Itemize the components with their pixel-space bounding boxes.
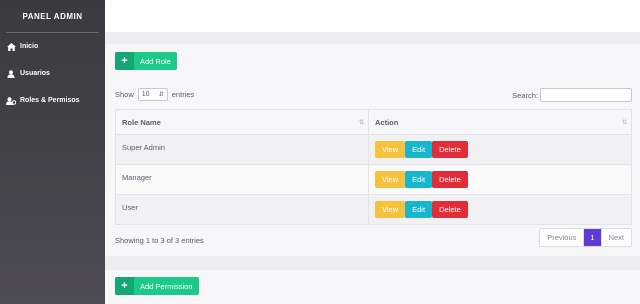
action-cell: View Edit Delete xyxy=(368,134,632,165)
search-input[interactable] xyxy=(540,88,632,102)
entries-label: entries xyxy=(171,90,195,99)
delete-button[interactable]: Delete xyxy=(432,201,468,218)
sidebar-item-roles-permisos[interactable]: Roles & Permisos xyxy=(0,87,105,114)
plus-icon: + xyxy=(115,52,134,70)
user-icon xyxy=(6,69,16,78)
home-icon xyxy=(6,42,16,51)
table-row: Super Admin View Edit Delete xyxy=(115,134,632,165)
view-button[interactable]: View xyxy=(375,141,406,158)
role-name-cell: Manager xyxy=(115,164,369,195)
next-page-button[interactable]: Next xyxy=(600,229,631,246)
delete-button[interactable]: Delete xyxy=(432,141,468,158)
roles-table: Role Name ⇅ Action ⇅ Super Admin View Edi… xyxy=(115,109,632,225)
column-action[interactable]: Action ⇅ xyxy=(368,109,632,135)
action-cell: View Edit Delete xyxy=(368,164,632,195)
view-button[interactable]: View xyxy=(375,171,406,188)
roles-card: + Add Role Show 10 ⇵ entries Search: Rol… xyxy=(105,44,640,256)
add-permission-label: Add Permission xyxy=(140,281,193,291)
sidebar-item-label: Usuarios xyxy=(20,70,50,77)
sidebar-item-label: Inicio xyxy=(20,43,39,50)
column-role-name[interactable]: Role Name ⇅ xyxy=(115,109,369,135)
column-label: Action xyxy=(375,117,399,127)
sidebar-item-label: Roles & Permisos xyxy=(20,97,80,104)
show-label: Show xyxy=(115,90,134,99)
select-arrows-icon: ⇵ xyxy=(158,92,164,98)
role-name-cell: User xyxy=(115,194,369,225)
edit-button[interactable]: Edit xyxy=(405,141,433,158)
delete-button[interactable]: Delete xyxy=(432,171,468,188)
action-cell: View Edit Delete xyxy=(368,194,632,225)
table-header-row: Role Name ⇅ Action ⇅ xyxy=(115,109,632,135)
entries-select[interactable]: 10 ⇵ xyxy=(137,88,168,101)
table-row: User View Edit Delete xyxy=(115,194,632,225)
column-label: Role Name xyxy=(122,117,161,127)
sidebar-item-inicio[interactable]: Inicio xyxy=(0,33,105,60)
plus-icon: + xyxy=(115,277,134,295)
sidebar: PANEL ADMIN Inicio Usuarios Roles & Perm… xyxy=(0,0,105,304)
page-1-button[interactable]: 1 xyxy=(584,229,601,246)
permissions-card: + Add Permission xyxy=(105,270,640,304)
add-role-button[interactable]: + Add Role xyxy=(115,52,177,70)
sort-icon: ⇅ xyxy=(358,120,364,126)
entries-value: 10 xyxy=(141,91,150,98)
add-role-label: Add Role xyxy=(140,56,171,66)
pagination: Previous 1 Next xyxy=(539,228,632,247)
view-button[interactable]: View xyxy=(375,201,406,218)
role-name-cell: Super Admin xyxy=(115,134,369,165)
previous-page-button[interactable]: Previous xyxy=(540,229,585,246)
add-permission-button[interactable]: + Add Permission xyxy=(115,277,199,295)
sort-icon: ⇅ xyxy=(621,120,627,126)
table-info: Showing 1 to 3 of 3 entries xyxy=(115,236,204,245)
table-row: Manager View Edit Delete xyxy=(115,164,632,195)
users-cog-icon xyxy=(6,96,16,105)
topbar xyxy=(105,0,640,32)
search-label: Search: xyxy=(512,90,538,100)
length-control: Show 10 ⇵ entries xyxy=(115,88,194,101)
edit-button[interactable]: Edit xyxy=(405,201,433,218)
sidebar-brand[interactable]: PANEL ADMIN xyxy=(0,0,105,32)
search-control: Search: xyxy=(512,88,632,102)
sidebar-item-usuarios[interactable]: Usuarios xyxy=(0,60,105,87)
edit-button[interactable]: Edit xyxy=(405,171,433,188)
